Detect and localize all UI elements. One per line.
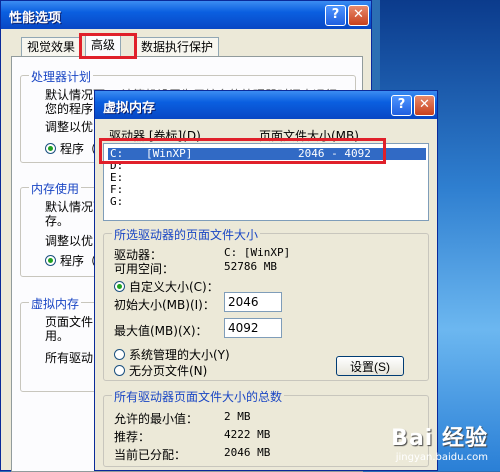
dialog-title: 虚拟内存 (103, 101, 156, 116)
title-bar[interactable]: 性能选项 ? ✕ (1, 1, 371, 29)
processor-desc-2: 您的程序 (45, 102, 94, 116)
memory-desc-2: 存。 (45, 214, 70, 228)
list-header-size: 页面文件大小(MB) (259, 129, 359, 143)
list-header-drive: 驱动器 [卷标](D) (109, 129, 201, 143)
drive-list[interactable]: C: [WinXP] 2046 - 4092 D: E: F: G: (103, 143, 429, 221)
help-button[interactable]: ? (325, 5, 346, 26)
memory-adjust: 调整以优 (45, 234, 94, 248)
current-value: 2046 MB (224, 446, 271, 459)
max-size-input[interactable] (224, 318, 282, 338)
total-group-title: 所有驱动器页面文件大小的总数 (112, 388, 285, 405)
recommended-value: 4222 MB (224, 428, 271, 441)
virtual-memory-group-title: 虚拟内存 (29, 295, 82, 312)
min-value: 2 MB (224, 410, 251, 423)
recommended-label: 推荐： (114, 430, 151, 444)
drive-value: C: [WinXP] (224, 246, 291, 259)
vm-total: 所有驱动 (45, 351, 94, 365)
radio-icon (114, 365, 125, 376)
selected-drive-group-title: 所选驱动器的页面文件大小 (112, 226, 261, 243)
selected-drive-group: 所选驱动器的页面文件大小 驱动器： C: [WinXP] 可用空间： 52786… (103, 226, 429, 381)
drive-row[interactable]: D: (108, 160, 426, 172)
drive-row[interactable]: C: [WinXP] 2046 - 4092 (108, 148, 426, 160)
max-size-label: 最大值(MB)(X)： (114, 324, 208, 338)
initial-size-label: 初始大小(MB)(I)： (114, 298, 215, 312)
drive-row[interactable]: E: (108, 172, 426, 184)
radio-icon (114, 349, 125, 360)
dialog-close-button[interactable]: ✕ (414, 95, 435, 116)
processor-adjust: 调整以优 (45, 120, 94, 134)
watermark: Bai 经验 jingyan.baidu.com (391, 420, 488, 463)
radio-icon (45, 255, 56, 266)
space-value: 52786 MB (224, 260, 277, 273)
watermark-url: jingyan.baidu.com (395, 452, 488, 463)
dialog-help-button[interactable]: ? (391, 95, 412, 116)
radio-icon (45, 143, 56, 154)
processor-program-radio[interactable]: 程序（ (45, 140, 96, 157)
memory-program-radio[interactable]: 程序（ (45, 252, 96, 269)
processor-group-title: 处理器计划 (29, 68, 94, 85)
memory-group-title: 内存使用 (29, 180, 82, 197)
set-button[interactable]: 设置(S) (336, 356, 404, 376)
radio-icon (114, 281, 125, 292)
tab-dep[interactable]: 数据执行保护 (135, 37, 220, 56)
close-button[interactable]: ✕ (348, 5, 369, 26)
vm-desc-2: 用。 (45, 329, 70, 343)
watermark-logo: Bai 经验 (391, 426, 488, 451)
min-label: 允许的最小值： (114, 412, 199, 426)
window-title: 性能选项 (9, 11, 62, 26)
current-label: 当前已分配： (114, 448, 187, 462)
tab-advanced[interactable]: 高级 (85, 35, 122, 57)
no-paging-radio[interactable]: 无分页文件(N) (114, 362, 207, 379)
drive-row[interactable]: G: (108, 196, 426, 208)
dialog-title-bar[interactable]: 虚拟内存 ? ✕ (95, 91, 437, 119)
virtual-memory-dialog: 虚拟内存 ? ✕ 驱动器 [卷标](D) 页面文件大小(MB) C: [WinX… (94, 90, 438, 471)
tab-visual-effects[interactable]: 视觉效果 (21, 37, 82, 56)
system-managed-radio[interactable]: 系统管理的大小(Y) (114, 346, 230, 363)
initial-size-input[interactable] (224, 292, 282, 312)
total-group: 所有驱动器页面文件大小的总数 允许的最小值： 2 MB 推荐： 4222 MB … (103, 388, 429, 467)
space-label: 可用空间： (114, 262, 175, 276)
drive-row[interactable]: F: (108, 184, 426, 196)
custom-size-radio[interactable]: 自定义大小(C)： (114, 278, 219, 295)
